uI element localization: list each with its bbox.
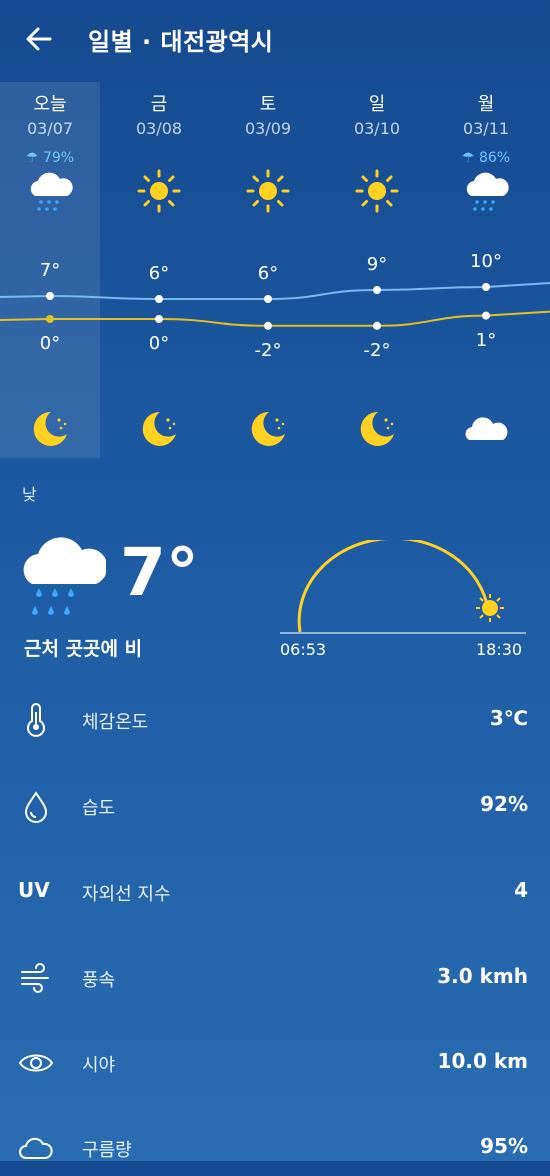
sun-icon [245, 168, 291, 214]
low-temp: -2° [363, 339, 391, 361]
day-date: 03/08 [135, 119, 183, 138]
forecast-day-column[interactable]: 일 03/10 9° -2° [327, 82, 427, 458]
humidity-row: 습도 92% [0, 774, 550, 834]
day-date: 03/10 [353, 119, 401, 138]
moon-stars-icon [136, 406, 182, 452]
row-value: 4 [514, 878, 528, 902]
row-value: 92% [480, 792, 528, 816]
wind-icon [18, 960, 54, 996]
uv-row: UV 자외선 지수 4 [0, 860, 550, 920]
page-title: 일별 · 대전광역시 [88, 28, 274, 56]
umbrella-icon: ☂ [461, 150, 479, 166]
rain-cloud-icon [27, 168, 73, 214]
thermometer-icon [18, 702, 54, 738]
day-name: 토 [259, 94, 277, 115]
moon-stars-icon [354, 406, 400, 452]
day-name: 오늘 [33, 94, 67, 115]
row-value: 95% [480, 1134, 528, 1158]
feels-like-row: 체감온도 3℃ [0, 688, 550, 748]
day-date: 03/09 [244, 119, 292, 138]
high-temp: 6° [257, 263, 279, 284]
sun-path-arc [278, 536, 528, 640]
sunset-time: 18:30 [476, 640, 523, 659]
daily-forecast: 오늘 03/07 ☂ 79% 7° 0° 금 03/08 6° 0° 토 03/09 6° -2° 일 03… [0, 82, 550, 460]
row-value: 10.0 km [437, 1049, 528, 1073]
precip-value: 79% [42, 150, 75, 166]
day-name: 일 [368, 94, 386, 115]
high-temp: 9° [366, 254, 388, 275]
row-label: 습도 [82, 798, 116, 819]
row-value: 3℃ [489, 706, 528, 730]
forecast-day-column[interactable]: 금 03/08 6° 0° [109, 82, 209, 458]
forecast-day-column[interactable]: 오늘 03/07 ☂ 79% 7° 0° [0, 82, 100, 458]
current-temperature: 7° [120, 534, 199, 611]
back-arrow-icon[interactable] [22, 22, 56, 56]
row-label: 체감온도 [82, 712, 149, 733]
high-temp: 7° [39, 260, 61, 281]
precip-value: 86% [478, 150, 511, 166]
day-name: 금 [150, 94, 168, 115]
row-label: 자외선 지수 [82, 884, 171, 905]
row-label: 구름량 [82, 1140, 132, 1161]
low-temp: -2° [254, 339, 282, 361]
rain-cloud-icon [18, 532, 108, 624]
sunrise-time: 06:53 [280, 640, 327, 659]
moon-stars-icon [27, 406, 73, 452]
cloud-cover-row: 구름량 95% [0, 1116, 550, 1176]
visibility-row: 시야 10.0 km [0, 1031, 550, 1091]
high-temp: 6° [148, 263, 170, 284]
row-value: 3.0 kmh [437, 964, 528, 988]
wind-row: 풍속 3.0 kmh [0, 946, 550, 1006]
low-temp: 0° [39, 333, 61, 354]
forecast-day-column[interactable]: 월 03/11 ☂ 86% 10° 1° [436, 82, 536, 458]
sun-icon [136, 168, 182, 214]
precip-chance: ☂ 86% [436, 150, 536, 166]
sun-icon [354, 168, 400, 214]
low-temp: 0° [148, 333, 170, 354]
day-name: 월 [477, 94, 495, 115]
high-temp: 10° [470, 251, 502, 272]
rain-cloud-icon [463, 168, 509, 214]
moon-stars-icon [245, 406, 291, 452]
cloud-icon [463, 406, 509, 452]
row-label: 풍속 [82, 970, 116, 991]
row-label: 시야 [82, 1055, 116, 1076]
forecast-day-column[interactable]: 토 03/09 6° -2° [218, 82, 318, 458]
umbrella-icon: ☂ [25, 150, 43, 166]
humidity-drop-icon [18, 788, 54, 824]
sun-icon [476, 594, 504, 622]
app-header: 일별 · 대전광역시 [0, 0, 550, 80]
low-temp: 1° [475, 329, 497, 351]
day-date: 03/07 [26, 119, 74, 138]
period-label: 낮 [22, 485, 37, 504]
condition-text: 근처 곳곳에 비 [24, 638, 143, 660]
eye-icon [18, 1045, 54, 1081]
precip-chance: ☂ 79% [0, 150, 100, 166]
uv-icon: UV [18, 878, 50, 902]
day-date: 03/11 [462, 119, 510, 138]
